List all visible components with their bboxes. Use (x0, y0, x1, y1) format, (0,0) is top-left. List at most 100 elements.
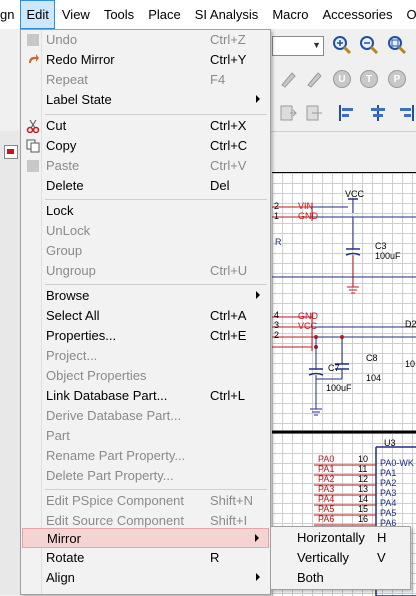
submenu-arrow-icon (256, 291, 260, 299)
menu-item-shortcut: Ctrl+V (210, 158, 247, 173)
menu-item-object-properties[interactable]: Object Properties (22, 366, 269, 386)
project-panel-edge (0, 131, 20, 595)
menu-item-derive-database-part[interactable]: Derive Database Part... (22, 406, 269, 426)
pin-number: 2 (274, 201, 280, 211)
menu-item-properties[interactable]: Properties... Ctrl+E (22, 326, 269, 346)
menu-item-browse[interactable]: Browse (22, 286, 269, 306)
menu-item-label: Mirror (47, 531, 81, 546)
menu-item-unlock[interactable]: UnLock (22, 221, 269, 241)
pa-net-label: PA1 (318, 464, 335, 474)
zoom-combo[interactable]: ▼ (272, 36, 324, 56)
submenu-arrow-icon (255, 534, 259, 542)
menu-options[interactable]: Op (400, 0, 416, 29)
menu-item-label: Rotate (46, 550, 85, 565)
circle-u-button[interactable]: U (330, 67, 354, 91)
menu-item-select-all[interactable]: Select All Ctrl+A (22, 306, 269, 326)
u3-pin-name: PA2 (380, 478, 397, 488)
place-wire-button[interactable] (276, 67, 300, 91)
menu-item-rename-part-property[interactable]: Rename Part Property... (22, 446, 269, 466)
pa-net-label: PA5 (318, 504, 335, 514)
menu-item-edit-pspice-component[interactable]: Edit PSpice Component Shift+N (22, 491, 269, 511)
menu-si-analysis[interactable]: SI Analysis (188, 0, 266, 29)
place-bus-button[interactable] (302, 67, 326, 91)
circle-p-icon: P (388, 70, 406, 88)
circle-u-icon: U (333, 70, 351, 88)
menu-item-group[interactable]: Group (22, 241, 269, 261)
menu-item-label: Delete (46, 178, 84, 193)
c8-ref: C8 (366, 353, 378, 363)
u3-ref: U3 (384, 438, 396, 448)
menu-item-shortcut: Ctrl+U (210, 263, 248, 278)
circle-t-button[interactable]: T (357, 67, 381, 91)
menu-item-label: Both (297, 570, 324, 585)
submenu-arrow-icon (256, 95, 260, 103)
move-part-button[interactable] (276, 101, 300, 125)
menu-item-undo[interactable]: Undo Ctrl+Z (22, 30, 269, 50)
menu-item-part[interactable]: Part (22, 426, 269, 446)
u3-pin-name: PA1 (380, 468, 397, 478)
submenu-item-horizontally[interactable]: Horizontally H (273, 528, 409, 548)
align-left-button[interactable] (335, 101, 359, 125)
u3-pin-number: 13 (358, 484, 369, 494)
menu-view[interactable]: View (55, 0, 97, 29)
menu-item-label: Label State (46, 92, 112, 107)
menu-item-shortcut: Ctrl+E (210, 328, 247, 343)
menu-design[interactable]: gn (0, 0, 20, 29)
menu-item-label: Cut (46, 118, 67, 133)
menu-item-label: UnLock (46, 223, 91, 238)
pa-net-label: PA6 (318, 514, 335, 524)
menu-accessories[interactable]: Accessories (315, 0, 399, 29)
align-center-icon (371, 105, 385, 121)
pin-number: 2 (274, 330, 280, 340)
zoom-area-button[interactable] (385, 33, 409, 57)
menu-item-label: Align (46, 570, 75, 585)
u3-pin-name: PA0-WK (380, 458, 414, 468)
u3-pin-name: PA4 (380, 498, 397, 508)
menu-item-label: Lock (46, 203, 74, 218)
menu-item-label: Group (46, 243, 83, 258)
menu-tools[interactable]: Tools (97, 0, 141, 29)
menu-edit[interactable]: Edit (20, 0, 55, 29)
menu-item-label-state[interactable]: Label State (22, 90, 269, 110)
submenu-arrow-icon (256, 573, 260, 581)
menu-item-copy[interactable]: Copy Ctrl+C (22, 136, 269, 156)
menu-separator (45, 199, 267, 200)
menu-item-lock[interactable]: Lock (22, 201, 269, 221)
menu-item-rotate[interactable]: Rotate R (22, 548, 269, 568)
undo-icon (26, 33, 40, 47)
menu-item-label: Part (46, 428, 70, 443)
menu-item-paste[interactable]: Paste Ctrl+V (22, 156, 269, 176)
menu-item-link-database-part[interactable]: Link Database Part... Ctrl+L (22, 386, 269, 406)
submenu-item-vertically[interactable]: Vertically V (273, 548, 409, 568)
zoom-out-button[interactable] (357, 33, 381, 57)
align-right-button[interactable] (394, 101, 416, 125)
circle-p-button[interactable]: P (385, 67, 409, 91)
menu-item-shortcut: Ctrl+A (210, 308, 247, 323)
u3-pin-name: PA5 (380, 508, 397, 518)
pin-number: 1 (274, 211, 280, 221)
u3-pin-name: PA3 (380, 488, 397, 498)
menu-item-project[interactable]: Project... (22, 346, 269, 366)
menu-place[interactable]: Place (141, 0, 188, 29)
menu-macro[interactable]: Macro (265, 0, 315, 29)
zoom-in-button[interactable] (330, 33, 354, 57)
export-part-button[interactable] (302, 101, 326, 125)
c7-ref: C7 (328, 363, 340, 373)
align-center-button[interactable] (366, 101, 390, 125)
menu-item-ungroup[interactable]: Ungroup Ctrl+U (22, 261, 269, 281)
menu-item-redo-mirror[interactable]: Redo Mirror Ctrl+Y (22, 50, 269, 70)
menu-item-label: Rename Part Property... (46, 448, 186, 463)
submenu-item-both[interactable]: Both (273, 568, 409, 588)
pa-net-label: PA2 (318, 474, 335, 484)
menu-item-align[interactable]: Align (22, 568, 269, 588)
menu-item-repeat[interactable]: Repeat F4 (22, 70, 269, 90)
menu-item-delete-part-property[interactable]: Delete Part Property... (22, 466, 269, 486)
vcc-label: VCC (345, 189, 365, 199)
u3-pin-number: 15 (358, 504, 369, 514)
menu-item-mirror[interactable]: Mirror (22, 528, 269, 548)
menu-item-cut[interactable]: Cut Ctrl+X (22, 116, 269, 136)
d2-ref: D2 (405, 319, 416, 329)
scissors-icon (26, 119, 40, 133)
menu-item-label: Link Database Part... (46, 388, 168, 403)
menu-item-delete[interactable]: Delete Del (22, 176, 269, 196)
